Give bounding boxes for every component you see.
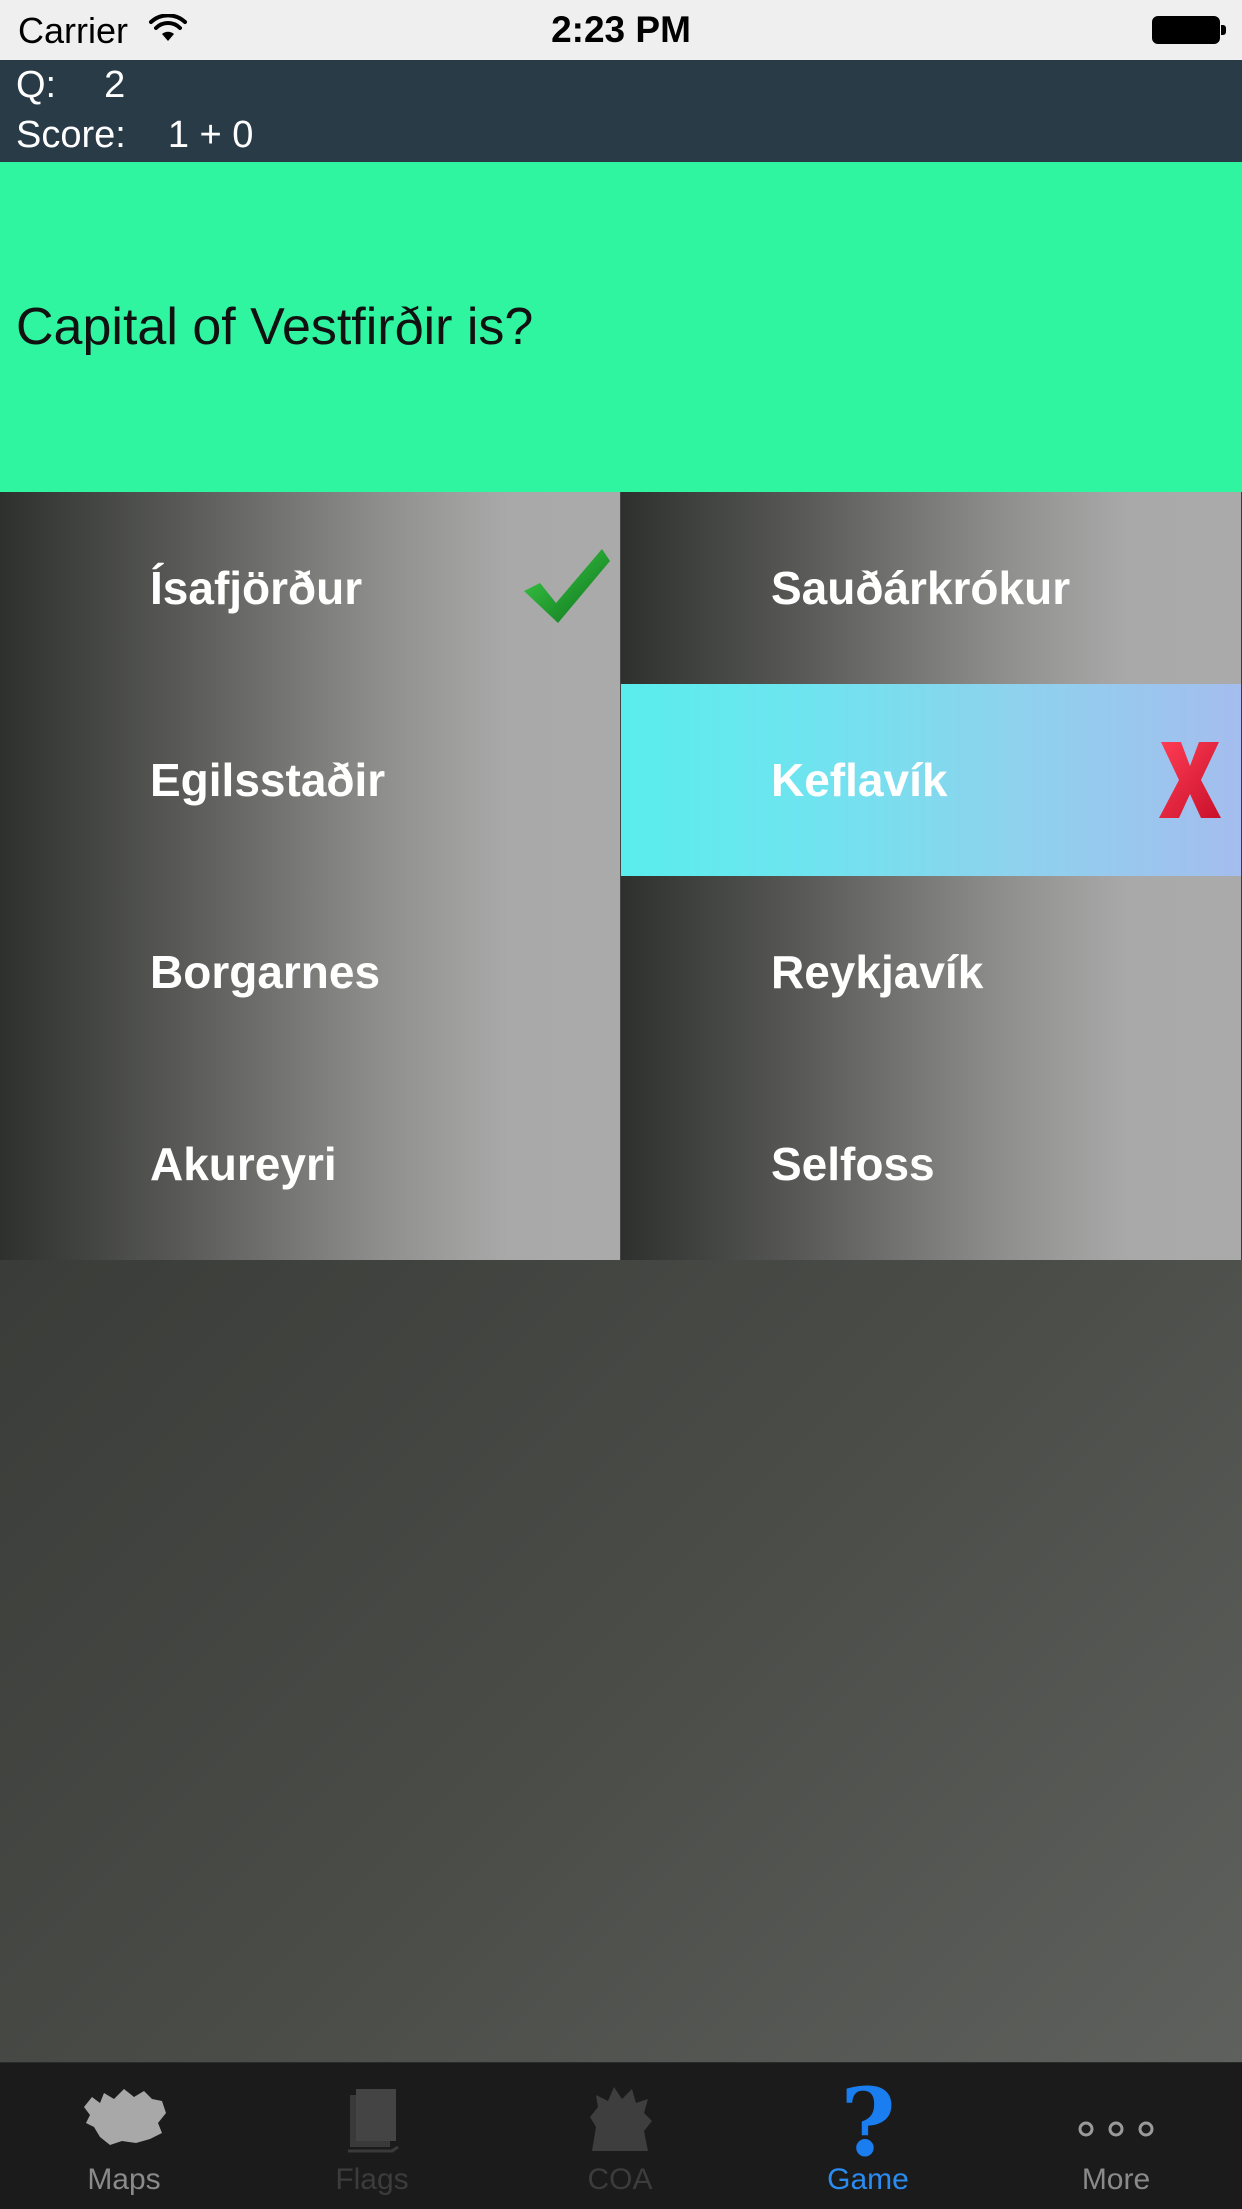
tab-label: Maps — [87, 2163, 161, 2196]
tab-label: Flags — [335, 2163, 409, 2196]
tab-game[interactable]: ? Game — [744, 2063, 992, 2209]
answer-button-2[interactable]: Sauðárkrókur — [621, 492, 1241, 684]
question-number: 2 — [104, 64, 126, 106]
answer-label: Selfoss — [771, 1138, 935, 1190]
more-dots-icon — [1078, 2121, 1154, 2137]
tab-maps[interactable]: Maps — [0, 2063, 248, 2209]
answer-button-5[interactable]: Borgarnes — [0, 876, 620, 1068]
tab-label: Game — [827, 2163, 909, 2196]
answer-button-6[interactable]: Reykjavík — [621, 876, 1241, 1068]
answer-label: Borgarnes — [150, 946, 381, 998]
battery-tip — [1221, 25, 1226, 35]
flags-icon — [348, 2089, 399, 2153]
column-divider — [620, 492, 621, 1260]
iceland-map-icon — [84, 2089, 166, 2145]
question-panel: Capital of Vestfirðir is? — [0, 162, 1242, 492]
score-display: Score: 1 + 0 — [16, 114, 253, 157]
answer-label: Egilsstaðir — [150, 754, 386, 806]
wifi-icon — [149, 14, 187, 41]
question-counter: Q: 2 — [16, 64, 125, 107]
answer-label: Keflavík — [771, 754, 948, 806]
game-background — [0, 1260, 1242, 2062]
question-text: Capital of Vestfirðir is? — [16, 298, 534, 356]
carrier-label: Carrier — [18, 10, 129, 51]
tab-bar: Maps Flags COA ? Game More — [0, 2062, 1242, 2209]
tab-label: COA — [587, 2163, 653, 2196]
tab-more[interactable]: More — [992, 2063, 1240, 2209]
score-value: 1 + 0 — [167, 114, 254, 156]
tab-flags[interactable]: Flags — [248, 2063, 496, 2209]
score-label: Score: — [16, 114, 126, 156]
battery-icon — [1152, 16, 1220, 44]
answer-button-3[interactable]: Egilsstaðir — [0, 684, 620, 876]
coat-of-arms-icon — [590, 2087, 652, 2151]
answer-button-4[interactable]: Keflavík — [621, 684, 1241, 876]
x-mark-icon — [1159, 742, 1221, 818]
question-label: Q: — [16, 64, 57, 106]
answer-button-1[interactable]: Ísafjörður — [0, 492, 620, 684]
checkmark-icon — [524, 549, 610, 623]
answer-button-8[interactable]: Selfoss — [621, 1068, 1241, 1260]
score-bar: Q: 2 Score: 1 + 0 — [0, 60, 1242, 162]
status-bar: Carrier 2:23 PM — [0, 0, 1242, 60]
answer-label: Akureyri — [150, 1138, 337, 1190]
answer-label: Sauðárkrókur — [771, 562, 1071, 614]
answer-label: Ísafjörður — [150, 562, 363, 614]
tab-label: More — [1081, 2163, 1151, 2196]
answer-label: Reykjavík — [771, 946, 984, 998]
tab-coa[interactable]: COA — [496, 2063, 744, 2209]
answer-button-7[interactable]: Akureyri — [0, 1068, 620, 1260]
answer-grid: Ísafjörður Sauðárkrókur Egilsstaðir Kefl… — [0, 492, 1242, 1260]
